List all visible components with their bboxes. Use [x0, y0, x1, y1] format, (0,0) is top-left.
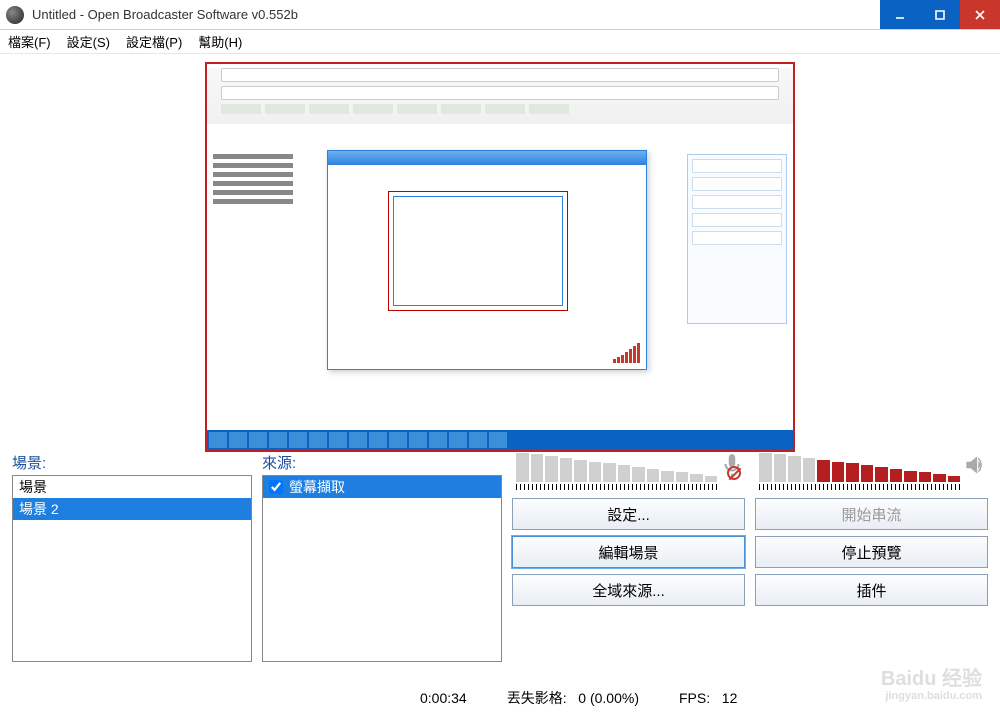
meter-bar: [676, 472, 689, 482]
meter-bar: [890, 469, 903, 482]
global-sources-button[interactable]: 全域來源...: [512, 574, 745, 606]
meter-bar: [759, 453, 772, 482]
meter-bar: [875, 467, 888, 482]
minimize-button[interactable]: [880, 0, 920, 29]
meter-bar: [788, 456, 801, 482]
meter-bar: [832, 462, 845, 482]
meter-bar: [574, 460, 587, 482]
meter-bar: [919, 472, 932, 482]
meter-bar: [516, 453, 529, 482]
close-button[interactable]: [960, 0, 1000, 29]
meter-bar: [774, 454, 787, 482]
start-stream-button[interactable]: 開始串流: [755, 498, 988, 530]
scene-item[interactable]: 場景: [13, 476, 251, 498]
meter-bar: [647, 469, 660, 482]
maximize-button[interactable]: [920, 0, 960, 29]
scenes-listbox[interactable]: 場景場景 2: [12, 475, 252, 662]
meter-bar: [531, 454, 544, 482]
stop-preview-button[interactable]: 停止預覽: [755, 536, 988, 568]
plugins-button[interactable]: 插件: [755, 574, 988, 606]
meter-bar: [904, 471, 917, 482]
sources-panel: 來源: 螢幕擷取: [262, 452, 502, 662]
preview-taskbar: [207, 430, 793, 450]
meter-bar: [705, 476, 718, 482]
speaker-icon: [962, 452, 988, 478]
scenes-label: 場景:: [12, 452, 252, 473]
meter-bar: [803, 458, 816, 482]
meter-bar: [933, 474, 946, 482]
meter-bar: [846, 463, 859, 482]
window-title: Untitled - Open Broadcaster Software v0.…: [32, 7, 880, 22]
button-grid: 設定... 開始串流 編輯場景 停止預覽 全域來源... 插件: [512, 498, 988, 606]
lower-panels: 場景: 場景場景 2 來源: 螢幕擷取 設定... 開始串流 編輯場景 停止預覽…: [0, 452, 1000, 662]
desktop-meter[interactable]: [755, 452, 988, 492]
meter-bar: [632, 467, 645, 482]
meter-bar: [690, 474, 703, 482]
titlebar: Untitled - Open Broadcaster Software v0.…: [0, 0, 1000, 30]
app-icon: [6, 6, 24, 24]
meter-bar: [560, 458, 573, 482]
meter-bar: [545, 456, 558, 482]
source-item[interactable]: 螢幕擷取: [263, 476, 501, 498]
meter-bar: [603, 463, 616, 482]
source-label: 螢幕擷取: [289, 477, 345, 497]
preview-browser-chrome: [207, 68, 793, 128]
preview-content: [207, 124, 793, 430]
settings-button[interactable]: 設定...: [512, 498, 745, 530]
window-controls: [880, 0, 1000, 29]
meter-bar: [618, 465, 631, 482]
sources-listbox[interactable]: 螢幕擷取: [262, 475, 502, 662]
preview-nested-window: [327, 150, 647, 370]
status-dropped: 丟失影格: 0 (0.00%): [507, 688, 639, 708]
menubar: 檔案(F) 設定(S) 設定檔(P) 幫助(H): [0, 30, 1000, 54]
menu-settings[interactable]: 設定(S): [67, 32, 110, 51]
meter-bar: [817, 460, 830, 482]
meter-bar: [861, 465, 874, 482]
controls-panel: 設定... 開始串流 編輯場景 停止預覽 全域來源... 插件: [512, 452, 988, 662]
preview-area: [0, 54, 1000, 452]
preview-frame[interactable]: [205, 62, 795, 452]
statusbar: 0:00:34 丟失影格: 0 (0.00%) FPS: 12: [0, 686, 1000, 710]
meter-bar: [661, 471, 674, 482]
meter-bar: [948, 476, 961, 482]
scene-item[interactable]: 場景 2: [13, 498, 251, 520]
sources-label: 來源:: [262, 452, 502, 473]
source-checkbox[interactable]: [269, 480, 283, 494]
mute-icon: [727, 466, 741, 480]
scenes-panel: 場景: 場景場景 2: [12, 452, 252, 662]
menu-help[interactable]: 幫助(H): [198, 32, 242, 51]
audio-meters: [512, 452, 988, 492]
meter-bar: [589, 462, 602, 482]
edit-scene-button[interactable]: 編輯場景: [512, 536, 745, 568]
menu-profiles[interactable]: 設定檔(P): [126, 32, 182, 51]
mic-meter[interactable]: [512, 452, 745, 492]
menu-file[interactable]: 檔案(F): [8, 32, 51, 51]
status-timer: 0:00:34: [420, 690, 467, 706]
status-fps: FPS: 12: [679, 690, 737, 706]
